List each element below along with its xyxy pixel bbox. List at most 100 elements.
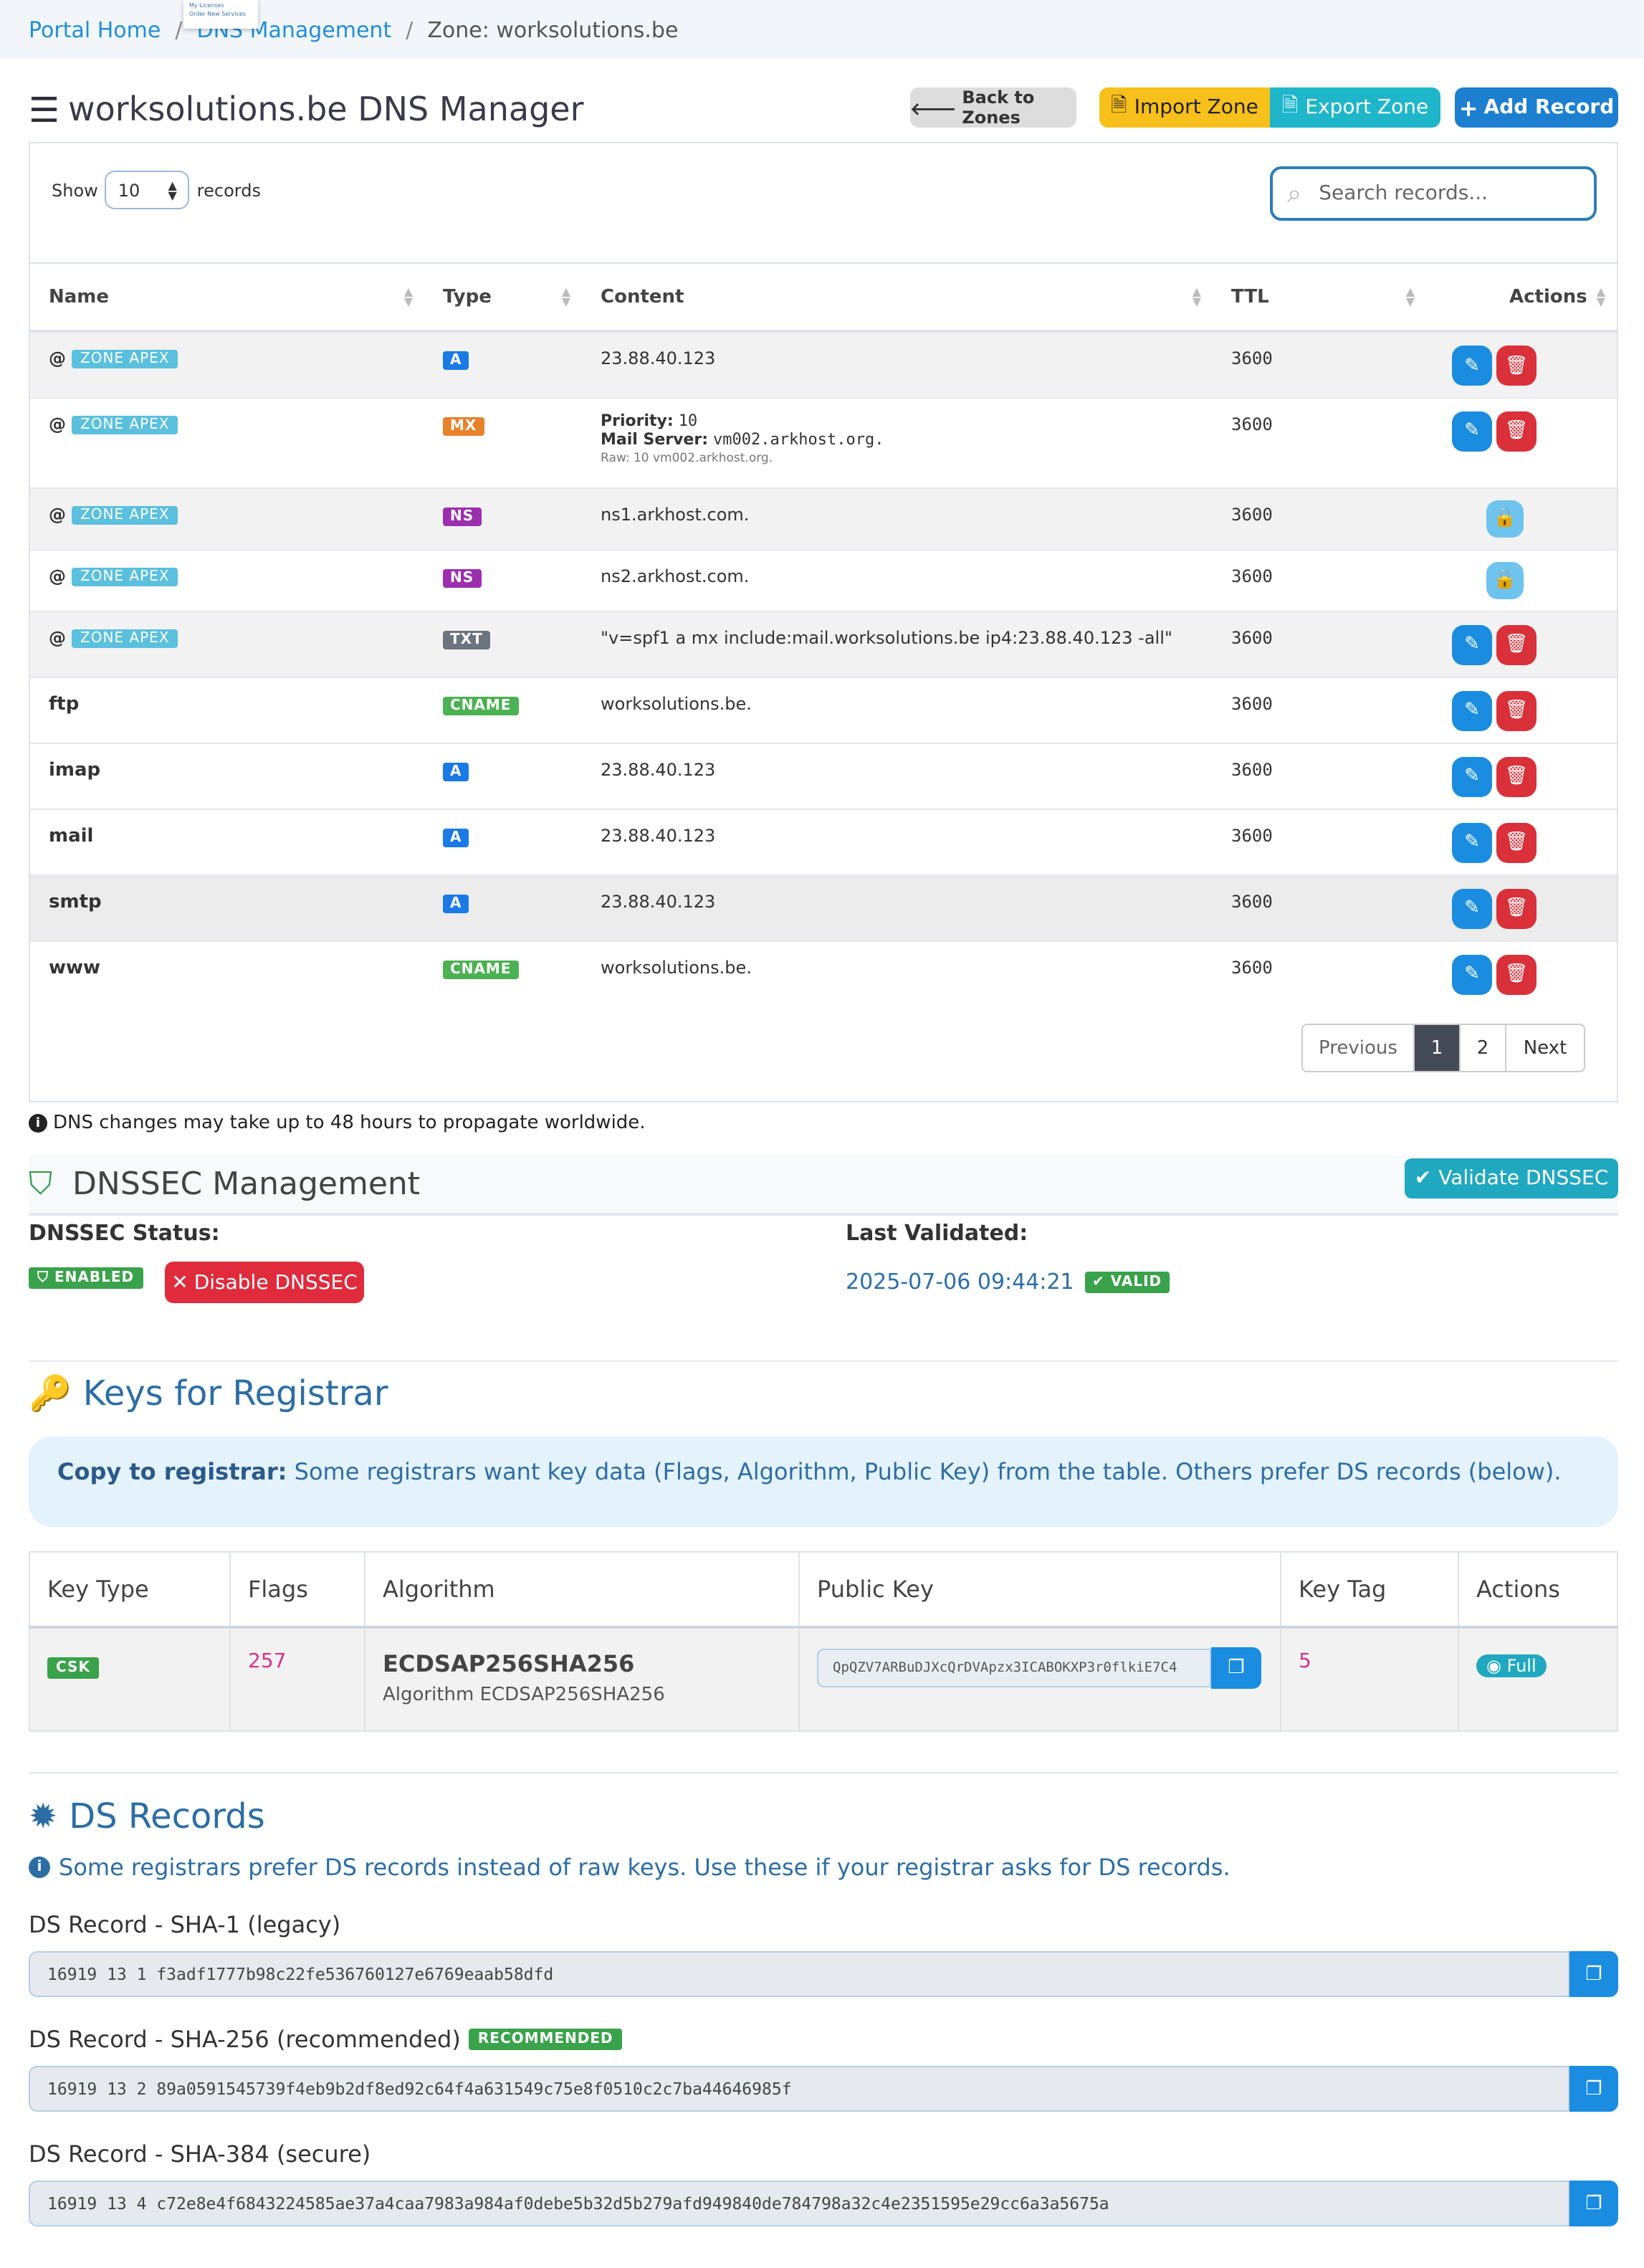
- enabled-badge-text: ENABLED: [54, 1270, 135, 1286]
- propagation-note: i DNS changes may take up to 48 hours to…: [29, 1112, 646, 1134]
- edit-button[interactable]: ✎: [1452, 756, 1492, 796]
- export-label: Export Zone: [1305, 96, 1429, 119]
- edit-button[interactable]: ✎: [1452, 624, 1492, 664]
- propagation-note-text: DNS changes may take up to 48 hours to p…: [53, 1112, 646, 1134]
- table-row: @ ZONE APEX NS ns2.arkhost.com. 3600 🔒: [30, 548, 1617, 611]
- col-actions: Actions ▲ ▼: [1426, 262, 1617, 333]
- edit-button[interactable]: ✎: [1452, 411, 1492, 451]
- dropdown-menu: My Licenses Order New Services: [183, 0, 258, 29]
- disable-dnssec-button[interactable]: ✕ Disable DNSSEC: [165, 1262, 364, 1303]
- key-type-badge: CSK: [47, 1657, 99, 1679]
- dnssec-status-label: DNSSEC Status:: [29, 1220, 220, 1246]
- back-to-zones-button[interactable]: 🡐 Back to Zones: [910, 87, 1076, 128]
- col-key-actions: Actions: [1458, 1551, 1618, 1629]
- delete-button[interactable]: 🗑: [1496, 756, 1537, 796]
- ds-sha384-label: DS Record - SHA-384 (secure): [29, 2140, 371, 2168]
- record-name: imap: [30, 742, 424, 809]
- public-key-field[interactable]: QpQZV7ARBuDJXcQrDVApzx3ICABOKXP3r0flkiE7…: [817, 1649, 1211, 1687]
- menu-item-licenses[interactable]: My Licenses: [189, 1, 252, 10]
- table-row: imap A 23.88.40.123 3600 ✎ 🗑: [30, 742, 1617, 809]
- copy-sha1-button[interactable]: ❐: [1569, 1951, 1618, 1997]
- registrar-callout: Copy to registrar: Some registrars want …: [29, 1436, 1618, 1527]
- ds-sha384-field: 16919 13 4 c72e8e4f6843224585ae37a4caa79…: [29, 2181, 1618, 2226]
- page-length-value: 10: [118, 180, 140, 200]
- search-input[interactable]: ⌕ Search records...: [1270, 166, 1597, 221]
- breadcrumb-home-link[interactable]: Portal Home: [29, 16, 161, 42]
- ds-sha1-input[interactable]: 16919 13 1 f3adf1777b98c22fe536760127e67…: [29, 1951, 1569, 1997]
- delete-button[interactable]: 🗑: [1496, 624, 1537, 664]
- info-icon: i: [29, 1114, 47, 1133]
- record-content: "v=spf1 a mx include:mail.worksolutions.…: [582, 610, 1213, 677]
- record-content: worksolutions.be.: [582, 676, 1213, 743]
- table-row: www CNAME worksolutions.be. 3600 ✎ 🗑: [30, 940, 1617, 1006]
- dnssec-title: ⛉ DNSSEC Management: [29, 1167, 420, 1203]
- type-badge: CNAME: [443, 960, 519, 978]
- validate-label: Validate DNSSEC: [1438, 1167, 1609, 1190]
- edit-button[interactable]: ✎: [1452, 346, 1492, 386]
- page-title: ☰ worksolutions.be DNS Manager: [29, 90, 584, 130]
- menu-item-order[interactable]: Order New Services: [189, 10, 252, 19]
- full-key-button[interactable]: ◉ Full: [1476, 1654, 1547, 1677]
- import-zone-button[interactable]: 🗎 Import Zone: [1099, 87, 1270, 128]
- col-content[interactable]: Content ▲ ▼: [582, 262, 1213, 333]
- back-label: Back to Zones: [962, 87, 1035, 128]
- trash-icon: 🗑: [1504, 963, 1529, 985]
- ds-heading-text: DS Records: [69, 1796, 265, 1836]
- copy-sha256-button[interactable]: ❐: [1569, 2066, 1618, 2112]
- export-zone-button[interactable]: 🗎 Export Zone: [1270, 87, 1440, 128]
- lock-icon: 🔒: [1493, 569, 1517, 591]
- delete-button[interactable]: 🗑: [1496, 346, 1537, 386]
- copy-icon: ❐: [1585, 1963, 1602, 1985]
- col-type[interactable]: Type ▲ ▼: [424, 262, 582, 333]
- record-content: ns1.arkhost.com.: [582, 487, 1213, 549]
- ds-sha384-input[interactable]: 16919 13 4 c72e8e4f6843224585ae37a4caa79…: [29, 2181, 1569, 2226]
- edit-button[interactable]: ✎: [1452, 690, 1492, 730]
- col-public-key: Public Key: [798, 1551, 1281, 1629]
- edit-button[interactable]: ✎: [1452, 888, 1492, 928]
- validate-dnssec-button[interactable]: ✔ Validate DNSSEC: [1405, 1158, 1618, 1199]
- delete-button[interactable]: 🗑: [1496, 954, 1537, 994]
- records-label: records: [196, 180, 261, 200]
- edit-button[interactable]: ✎: [1452, 954, 1492, 994]
- sort-icon: ▲ ▼: [168, 178, 177, 201]
- pagination-page-1[interactable]: 1: [1415, 1025, 1461, 1071]
- trash-icon: 🗑: [1504, 897, 1529, 919]
- record-name: @: [49, 504, 66, 524]
- pencil-icon: ✎: [1464, 700, 1480, 721]
- pagination-page-2[interactable]: 2: [1461, 1025, 1506, 1071]
- ds-sha1-label: DS Record - SHA-1 (legacy): [29, 1911, 341, 1938]
- zone-apex-badge: ZONE APEX: [72, 350, 178, 368]
- copy-sha384-button[interactable]: ❐: [1569, 2181, 1618, 2226]
- copy-public-key-button[interactable]: ❐: [1211, 1647, 1261, 1689]
- search-icon: ⌕: [1287, 178, 1302, 209]
- key-icon: 🔑: [29, 1373, 72, 1414]
- disable-label: Disable DNSSEC: [193, 1271, 358, 1294]
- ds-sha256-input[interactable]: 16919 13 2 89a0591545739f4eb9b2df8ed92c6…: [29, 2066, 1569, 2112]
- delete-button[interactable]: 🗑: [1496, 888, 1537, 928]
- col-key-type: Key Type: [29, 1551, 231, 1629]
- pencil-icon: ✎: [1464, 963, 1480, 985]
- col-name[interactable]: Name ▲ ▼: [30, 262, 424, 333]
- delete-button[interactable]: 🗑: [1496, 822, 1537, 862]
- records-panel: Show 10 ▲ ▼ records ⌕ Search records... N…: [29, 142, 1618, 1102]
- trash-icon: 🗑: [1504, 634, 1529, 655]
- trash-icon: 🗑: [1504, 355, 1529, 376]
- pagination-previous[interactable]: Previous: [1303, 1025, 1415, 1071]
- raw-value: Raw: 10 vm002.arkhost.org.: [601, 451, 773, 465]
- breadcrumb: Portal Home / DNS Management / Zone: wor…: [0, 0, 1644, 59]
- full-label: Full: [1506, 1656, 1537, 1676]
- divider: [29, 1772, 1618, 1773]
- edit-button[interactable]: ✎: [1452, 822, 1492, 862]
- pagination-next[interactable]: Next: [1506, 1025, 1584, 1071]
- delete-button[interactable]: 🗑: [1496, 411, 1537, 451]
- col-ttl[interactable]: TTL ▲ ▼: [1213, 262, 1426, 333]
- delete-button[interactable]: 🗑: [1496, 690, 1537, 730]
- arrow-left-icon: 🡐: [910, 98, 957, 118]
- record-ttl: 3600: [1213, 676, 1426, 743]
- add-record-button[interactable]: + Add Record: [1455, 87, 1618, 128]
- ds-info-text: Some registrars prefer DS records instea…: [59, 1854, 1230, 1881]
- keys-heading: 🔑 Keys for Registrar: [29, 1373, 388, 1414]
- trash-icon: 🗑: [1504, 420, 1529, 442]
- record-content: ns2.arkhost.com.: [582, 548, 1213, 611]
- page-length-select[interactable]: 10 ▲ ▼: [105, 171, 190, 209]
